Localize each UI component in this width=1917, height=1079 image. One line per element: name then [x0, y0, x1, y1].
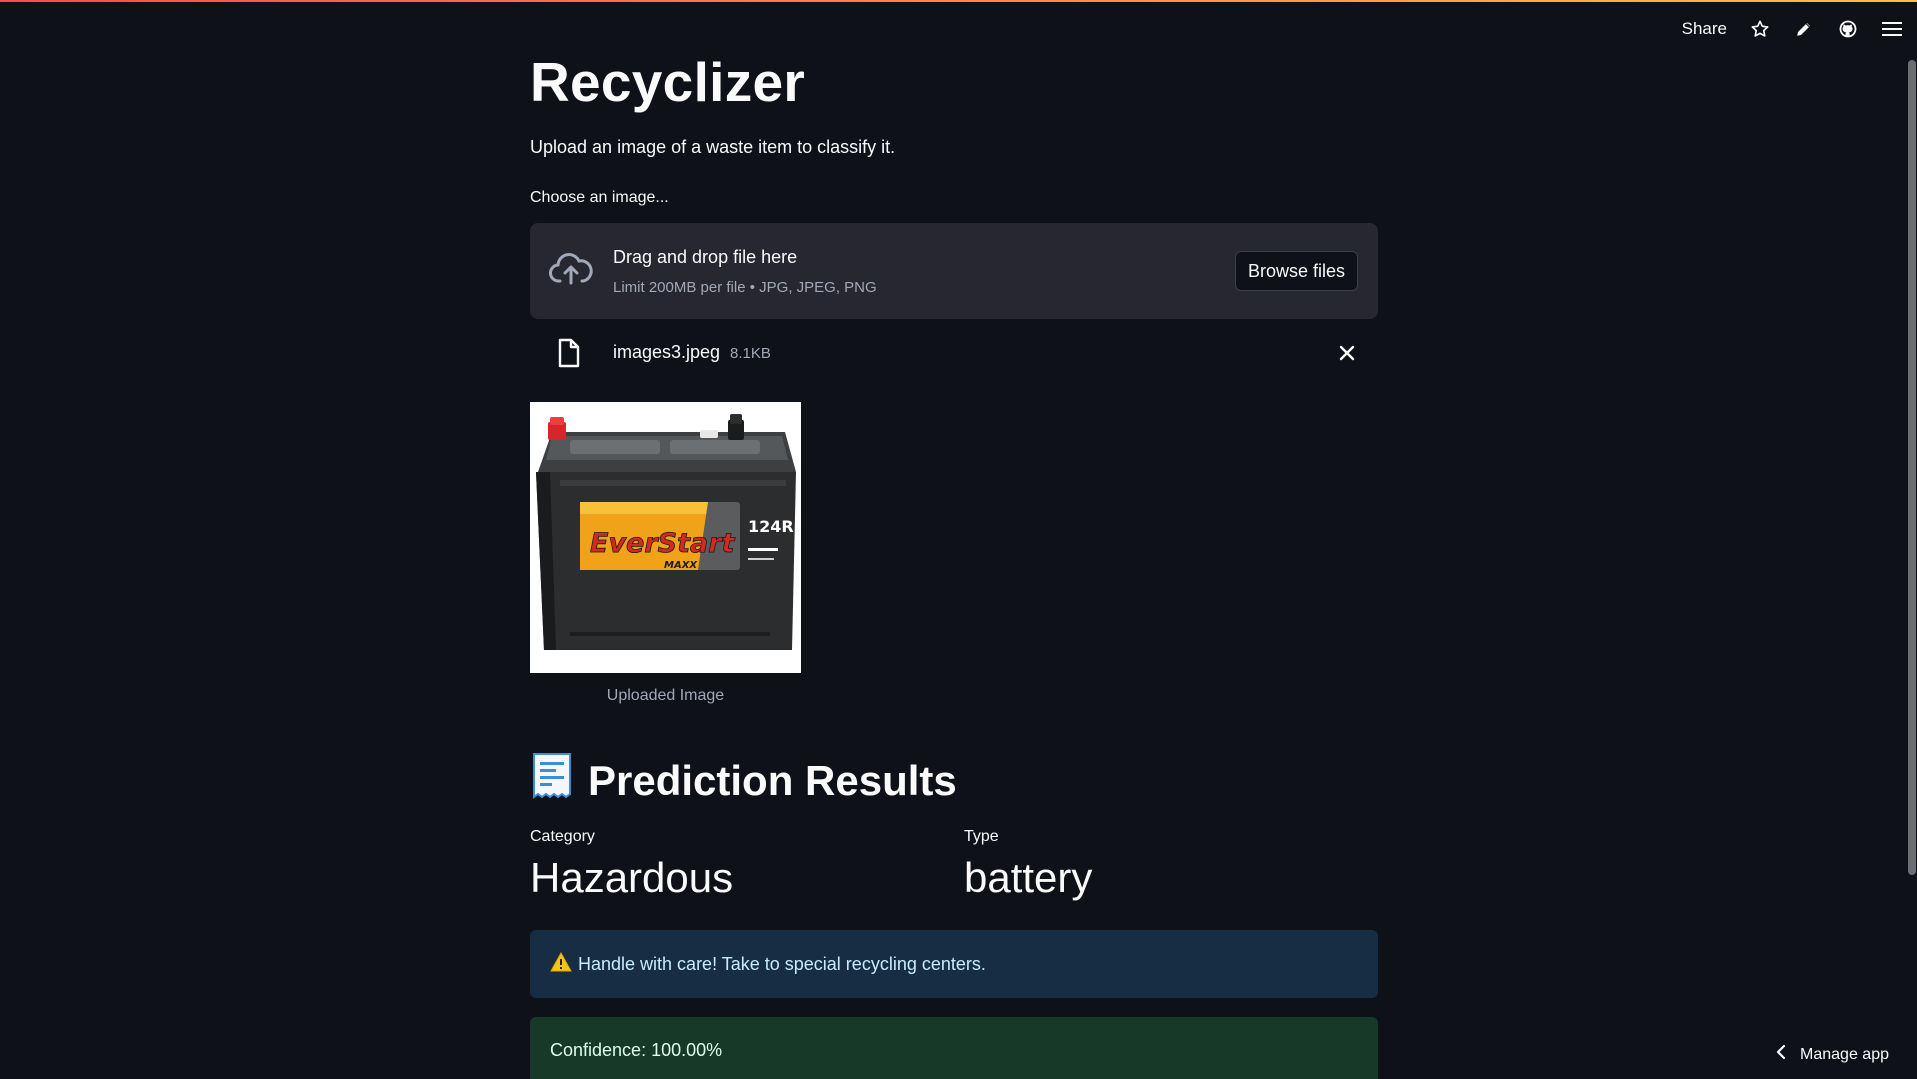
file-dropzone[interactable]: Drag and drop file here Limit 200MB per … [530, 223, 1378, 319]
top-accent-bar [0, 0, 1917, 2]
type-label: Type [964, 828, 999, 845]
chevron-left-icon [1776, 1044, 1786, 1065]
battery-brand-text: EverStart [590, 528, 736, 559]
page-title: Recyclizer [530, 51, 806, 113]
github-icon[interactable] [1837, 18, 1859, 40]
file-name: images3.jpeg [613, 342, 721, 362]
cloud-upload-icon [548, 251, 594, 292]
close-icon[interactable] [1338, 344, 1356, 367]
uploaded-image: EverStart MAXX 124R [530, 402, 801, 673]
hazard-warning-text: Handle with care! Take to special recycl… [578, 953, 986, 974]
uploader-label: Choose an image... [530, 189, 669, 206]
file-size: 8.1KB [730, 345, 771, 362]
dropzone-instructions: Drag and drop file here [613, 247, 798, 267]
star-icon[interactable] [1749, 18, 1771, 40]
category-metric: Category Hazardous [530, 828, 733, 902]
prediction-results-heading: Prediction Results [530, 752, 957, 810]
app-toolbar: Share [1682, 14, 1903, 44]
hazard-warning-alert: Handle with care! Take to special recycl… [530, 930, 1378, 998]
page-scrollbar[interactable] [1908, 60, 1916, 875]
warning-icon [550, 951, 572, 977]
category-value: Hazardous [530, 854, 734, 901]
confidence-text: Confidence: 100.00% [550, 1040, 723, 1060]
confidence-alert: Confidence: 100.00% [530, 1017, 1378, 1079]
type-metric: Type battery [964, 828, 1092, 902]
battery-model-text: 124R [748, 517, 794, 536]
type-value: battery [964, 854, 1093, 901]
browse-files-button[interactable]: Browse files [1234, 251, 1358, 291]
car-battery-picture: EverStart MAXX 124R [530, 402, 801, 673]
image-caption: Uploaded Image [606, 687, 725, 704]
manage-app-label: Manage app [1800, 1045, 1889, 1063]
battery-sub-text: MAXX [664, 560, 698, 571]
file-icon [557, 338, 581, 373]
prediction-results-title: Prediction Results [588, 757, 957, 804]
pencil-icon[interactable] [1793, 18, 1815, 40]
category-label: Category [530, 828, 595, 845]
uploaded-file-row: images3.jpeg 8.1KB [530, 336, 1378, 372]
dropzone-limit-text: Limit 200MB per file • JPG, JPEG, PNG [613, 279, 877, 296]
hamburger-menu-icon[interactable] [1881, 18, 1903, 40]
page-subtitle: Upload an image of a waste item to class… [530, 137, 896, 157]
share-button[interactable]: Share [1682, 19, 1727, 39]
manage-app-button[interactable]: Manage app [1776, 1044, 1889, 1065]
receipt-icon [530, 752, 574, 810]
